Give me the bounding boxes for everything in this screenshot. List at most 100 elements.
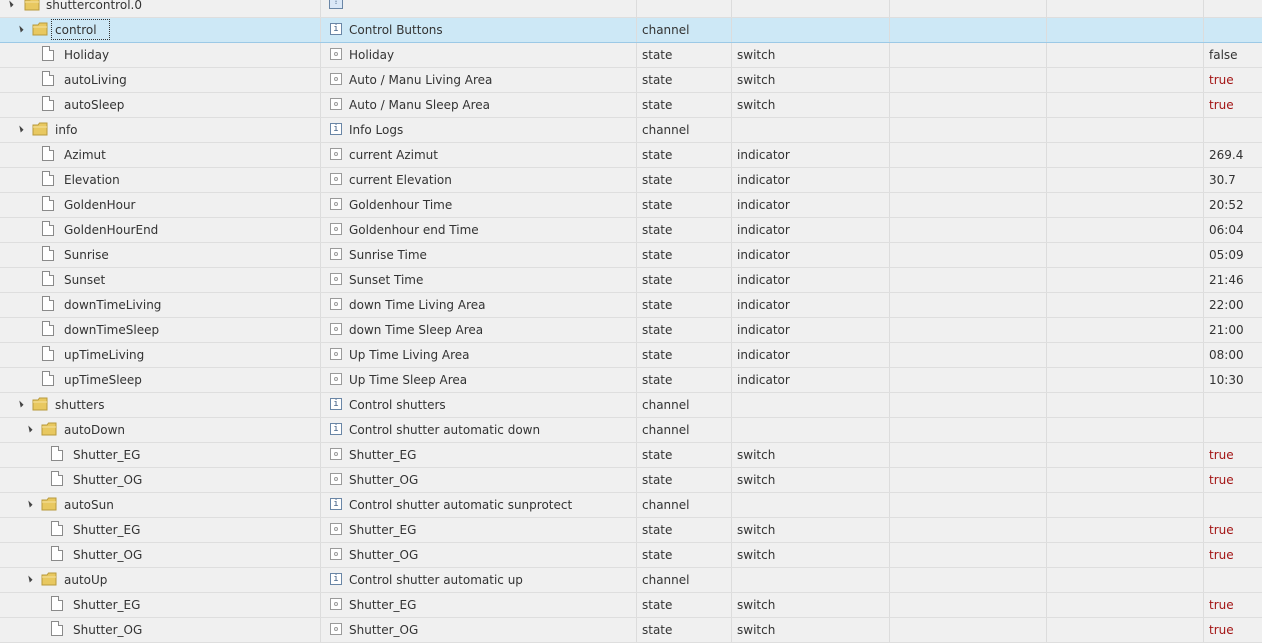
state-value[interactable]: 269.4 <box>1209 143 1243 167</box>
tree-row[interactable]: info i Info Logs channel <box>0 118 1262 143</box>
object-type: channel <box>642 573 690 587</box>
tree-row[interactable]: upTimeLiving Up Time Living Area state indi… <box>0 343 1262 368</box>
extra-cell <box>890 593 1047 617</box>
tree-row[interactable]: Holiday Holiday state switch false <box>0 43 1262 68</box>
tree-row[interactable]: Shutter_EG Shutter_EG state switch true <box>0 518 1262 543</box>
state-value[interactable]: true <box>1209 543 1234 567</box>
expand-arrow-icon[interactable] <box>16 125 24 133</box>
title-cell: Sunrise Time <box>321 243 637 267</box>
object-name: Shutter_EG <box>73 448 141 462</box>
title-cell: down Time Living Area <box>321 293 637 317</box>
tree-row[interactable]: Shutter_OG Shutter_OG state switch true <box>0 468 1262 493</box>
type-cell: channel <box>637 493 732 517</box>
state-value[interactable]: 05:09 <box>1209 243 1244 267</box>
state-value[interactable]: 08:00 <box>1209 343 1244 367</box>
tree-row[interactable]: Sunset Sunset Time state indicator 21:46 <box>0 268 1262 293</box>
state-value[interactable]: 20:52 <box>1209 193 1244 217</box>
tree-row[interactable]: GoldenHourEnd Goldenhour end Time state ind… <box>0 218 1262 243</box>
tree-row[interactable]: Elevation current Elevation state indicator… <box>0 168 1262 193</box>
tree-row[interactable]: Shutter_EG Shutter_EG state switch true <box>0 593 1262 618</box>
state-value[interactable]: 22:00 <box>1209 293 1244 317</box>
object-title: down Time Sleep Area <box>349 323 484 337</box>
object-type: channel <box>642 423 690 437</box>
toggle-all-icon[interactable]: ⇡ <box>329 0 343 9</box>
type-cell: channel <box>637 418 732 442</box>
file-icon <box>42 371 54 386</box>
expand-arrow-icon[interactable] <box>6 0 14 8</box>
state-value[interactable]: true <box>1209 618 1234 642</box>
object-type: channel <box>642 498 690 512</box>
type-cell: state <box>637 243 732 267</box>
channel-info-icon: i <box>330 573 342 585</box>
role-cell <box>732 493 890 517</box>
expand-arrow-icon[interactable] <box>16 25 24 33</box>
extra-cell <box>1047 118 1204 142</box>
extra-cell <box>890 293 1047 317</box>
tree-row[interactable]: control i Control Buttons channel <box>0 18 1262 43</box>
tree-row[interactable]: Shutter_EG Shutter_EG state switch true <box>0 443 1262 468</box>
state-value[interactable]: false <box>1209 43 1238 67</box>
role-cell: indicator <box>732 343 890 367</box>
extra-cell <box>1047 368 1204 392</box>
extra-cell <box>1047 443 1204 467</box>
tree-row[interactable]: autoUp i Control shutter automatic up chann… <box>0 568 1262 593</box>
tree-row[interactable]: autoLiving Auto / Manu Living Area state sw… <box>0 68 1262 93</box>
tree-row[interactable]: autoSun i Control shutter automatic sunpro… <box>0 493 1262 518</box>
extra-cell <box>1047 343 1204 367</box>
state-value[interactable]: 21:46 <box>1209 268 1244 292</box>
state-value[interactable]: true <box>1209 443 1234 467</box>
state-value[interactable]: 21:00 <box>1209 318 1244 342</box>
object-type: state <box>642 273 673 287</box>
object-type: state <box>642 623 673 637</box>
state-icon <box>330 298 342 310</box>
state-value[interactable]: 06:04 <box>1209 218 1244 242</box>
role-cell: switch <box>732 618 890 642</box>
type-cell: state <box>637 193 732 217</box>
object-title: Control shutters <box>349 398 446 412</box>
tree-row[interactable]: GoldenHour Goldenhour Time state indicator 2… <box>0 193 1262 218</box>
extra-cell <box>890 0 1047 17</box>
expand-arrow-icon[interactable] <box>25 425 33 433</box>
tree-row[interactable]: Shutter_OG Shutter_OG state switch true <box>0 618 1262 643</box>
state-value[interactable]: true <box>1209 68 1234 92</box>
role-cell <box>732 393 890 417</box>
name-cell: control <box>0 18 321 42</box>
title-cell: down Time Sleep Area <box>321 318 637 342</box>
extra-cell <box>890 568 1047 592</box>
state-value[interactable]: 30.7 <box>1209 168 1236 192</box>
expand-arrow-icon[interactable] <box>25 575 33 583</box>
extra-cell <box>1047 18 1204 42</box>
expand-arrow-icon[interactable] <box>25 500 33 508</box>
state-icon <box>330 623 342 635</box>
expand-arrow-icon[interactable] <box>16 400 24 408</box>
tree-row[interactable]: downTimeLiving down Time Living Area state… <box>0 293 1262 318</box>
tree-row[interactable]: Azimut current Azimut state indicator 269.4 <box>0 143 1262 168</box>
object-name: downTimeSleep <box>64 323 160 337</box>
extra-cell <box>890 418 1047 442</box>
name-cell: Shutter_EG <box>0 443 321 467</box>
object-title: current Elevation <box>349 173 452 187</box>
state-value[interactable]: true <box>1209 468 1234 492</box>
state-value[interactable]: true <box>1209 593 1234 617</box>
state-value[interactable]: true <box>1209 93 1234 117</box>
role-cell <box>732 0 890 17</box>
object-title: Shutter_OG <box>349 473 419 487</box>
tree-row[interactable]: Shutter_OG Shutter_OG state switch true <box>0 543 1262 568</box>
tree-row[interactable]: downTimeSleep down Time Sleep Area state in… <box>0 318 1262 343</box>
tree-row[interactable]: shutters i Control shutters channel <box>0 393 1262 418</box>
name-cell: Shutter_EG <box>0 518 321 542</box>
state-value[interactable]: true <box>1209 518 1234 542</box>
tree-row[interactable]: Sunrise Sunrise Time state indicator 05:09 <box>0 243 1262 268</box>
state-value[interactable]: 10:30 <box>1209 368 1244 392</box>
name-cell: autoUp <box>0 568 321 592</box>
extra-cell <box>1047 518 1204 542</box>
object-type: state <box>642 248 673 262</box>
tree-row[interactable]: autoDown i Control shutter automatic down c… <box>0 418 1262 443</box>
object-title: Holiday <box>349 48 395 62</box>
tree-row[interactable]: upTimeSleep Up Time Sleep Area state indica… <box>0 368 1262 393</box>
object-type: state <box>642 323 673 337</box>
object-role: switch <box>737 523 776 537</box>
object-role: indicator <box>737 223 790 237</box>
tree-row[interactable]: autoSleep Auto / Manu Sleep Area state swit… <box>0 93 1262 118</box>
tree-row-root[interactable]: shuttercontrol.0 ⇡ <box>0 0 1262 18</box>
